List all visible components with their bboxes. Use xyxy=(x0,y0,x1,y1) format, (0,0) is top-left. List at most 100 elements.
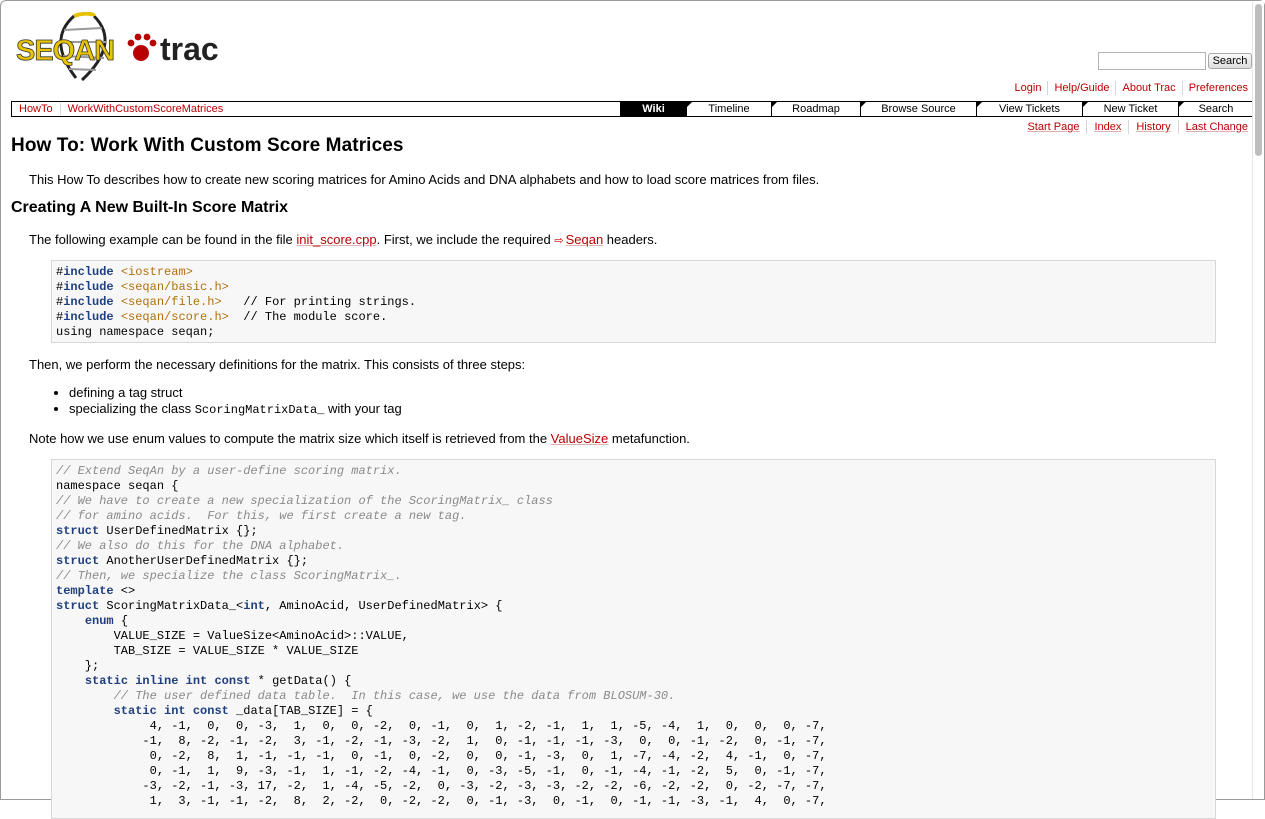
logo-seqan-text: SEQAN xyxy=(16,35,114,67)
code-line: namespace seqan { xyxy=(56,479,1211,494)
list-item-text: specializing the class xyxy=(69,401,195,416)
tab-view-tickets[interactable]: View Tickets xyxy=(976,102,1082,116)
code-token: 1, 3, -1, -1, -2, 8, 2, -2, 0, -2, -2, 0… xyxy=(56,794,827,808)
breadcrumb-workwithcustomscorematrices[interactable]: WorkWithCustomScoreMatrices xyxy=(61,103,231,115)
scrollbar-thumb[interactable] xyxy=(1255,4,1262,156)
code-block-matrix: // Extend SeqAn by a user-define scoring… xyxy=(51,459,1216,819)
start-page-link[interactable]: Start Page xyxy=(1020,120,1086,134)
code-token: include xyxy=(63,280,114,294)
seqan-external-link[interactable]: Seqan xyxy=(566,232,604,247)
code-token: <iostream> xyxy=(120,265,193,279)
code-token: <seqan/score.h> xyxy=(120,310,229,324)
paragraph-text: Note how we use enum values to compute t… xyxy=(29,431,551,446)
paragraph-enum: Note how we use enum values to compute t… xyxy=(11,430,690,447)
code-token: <seqan/file.h> xyxy=(120,295,222,309)
code-token: _data[TAB_SIZE] = { xyxy=(228,704,373,718)
search-button[interactable]: Search xyxy=(1208,53,1252,69)
code-token: <> xyxy=(113,584,136,598)
code-token: , AminoAcid, UserDefinedMatrix> { xyxy=(264,599,503,613)
init-score-link[interactable]: init_score.cpp xyxy=(296,232,376,247)
code-line: struct ScoringMatrixData_<int, AminoAcid… xyxy=(56,599,1211,614)
about-trac-link[interactable]: About Trac xyxy=(1115,81,1181,95)
code-line: #include <seqan/basic.h> xyxy=(56,280,1211,295)
code-line: using namespace seqan; xyxy=(56,325,1211,340)
context-nav: Start Page Index History Last Change xyxy=(1020,120,1248,134)
help-guide-link[interactable]: Help/Guide xyxy=(1047,81,1115,95)
search-input[interactable] xyxy=(1098,52,1206,70)
tab-roadmap[interactable]: Roadmap xyxy=(771,102,860,116)
preferences-link[interactable]: Preferences xyxy=(1181,81,1248,95)
main-navbar: HowTo WorkWithCustomScoreMatrices Wiki T… xyxy=(11,101,1254,117)
history-link[interactable]: History xyxy=(1128,120,1177,134)
code-token: include xyxy=(63,310,114,324)
code-line: #include <seqan/file.h> // For printing … xyxy=(56,295,1211,310)
paragraph-example: The following example can be found in th… xyxy=(11,231,657,250)
code-token: ScoringMatrixData_< xyxy=(99,599,244,613)
tab-wiki[interactable]: Wiki xyxy=(620,102,686,116)
code-line: // The user defined data table. In this … xyxy=(56,689,1211,704)
external-link-icon: ⇨ xyxy=(554,235,564,247)
code-token: struct xyxy=(56,524,100,538)
code-token: struct xyxy=(56,599,100,613)
code-block-includes: #include <iostream> #include <seqan/basic… xyxy=(51,260,1216,343)
code-token: AnotherUserDefinedMatrix {}; xyxy=(99,554,309,568)
code-token: include xyxy=(63,265,114,279)
tab-timeline[interactable]: Timeline xyxy=(686,102,771,116)
code-token: 0, -1, 1, 9, -3, -1, 1, -1, -2, -4, -1, … xyxy=(56,764,827,778)
code-line: // for amino acids. For this, we first c… xyxy=(56,509,1211,524)
code-line: template <> xyxy=(56,584,1211,599)
steps-list: defining a tag struct specializing the c… xyxy=(11,385,402,418)
valuesize-link[interactable]: ValueSize xyxy=(551,431,609,446)
tab-search[interactable]: Search xyxy=(1178,102,1253,116)
tab-new-ticket[interactable]: New Ticket xyxy=(1082,102,1178,116)
list-item: defining a tag struct xyxy=(69,385,402,401)
code-token: VALUE_SIZE = ValueSize<AminoAcid>::VALUE… xyxy=(56,629,409,643)
code-token: template xyxy=(56,584,114,598)
code-token: // for amino acids. For this, we first c… xyxy=(56,509,467,523)
tab-browse-source[interactable]: Browse Source xyxy=(860,102,976,116)
code-line: enum { xyxy=(56,614,1211,629)
code-token: static xyxy=(113,704,157,718)
code-token: <seqan/basic.h> xyxy=(120,280,229,294)
code-line: 0, -1, 1, 9, -3, -1, 1, -1, -2, -4, -1, … xyxy=(56,764,1211,779)
code-line: #include <iostream> xyxy=(56,265,1211,280)
code-token: -3, -2, -1, -3, 17, -2, 1, -4, -5, -2, 0… xyxy=(56,779,827,793)
code-line: }; xyxy=(56,659,1211,674)
code-token: enum xyxy=(84,614,114,628)
code-token: // The user defined data table. In this … xyxy=(113,689,676,703)
code-token: // The module score. xyxy=(228,310,388,324)
logo-trac-text: trac xyxy=(160,31,219,67)
code-token: include xyxy=(63,295,114,309)
code-token: // Then, we specialize the class Scoring… xyxy=(56,569,402,583)
last-change-link[interactable]: Last Change xyxy=(1177,120,1248,134)
login-link[interactable]: Login xyxy=(1009,81,1048,95)
vertical-scrollbar[interactable] xyxy=(1252,1,1264,799)
code-token: TAB_SIZE = VALUE_SIZE * VALUE_SIZE xyxy=(56,644,359,658)
code-token: const xyxy=(192,704,229,718)
seqan-trac-logo[interactable]: SEQAN trac xyxy=(16,11,231,82)
breadcrumb-howto[interactable]: HowTo xyxy=(12,103,61,115)
paragraph-text: . First, we include the required xyxy=(376,232,555,247)
meta-nav: Login Help/Guide About Trac Preferences xyxy=(1009,81,1248,95)
code-token: int xyxy=(243,599,265,613)
code-line: static inline int const * getData() { xyxy=(56,674,1211,689)
code-token: // We have to create a new specializatio… xyxy=(56,494,553,508)
list-item: specializing the class ScoringMatrixData… xyxy=(69,401,402,418)
code-token: namespace seqan { xyxy=(56,479,179,493)
code-line: struct AnotherUserDefinedMatrix {}; xyxy=(56,554,1211,569)
index-link[interactable]: Index xyxy=(1086,120,1128,134)
code-token: 0, -2, 8, 1, -1, -1, -1, 0, -1, 0, -2, 0… xyxy=(56,749,827,763)
code-token: using namespace seqan; xyxy=(56,325,215,339)
code-token: int xyxy=(164,704,186,718)
code-token: 4, -1, 0, 0, -3, 1, 0, 0, -2, 0, -1, 0, … xyxy=(56,719,827,733)
code-line: static int const _data[TAB_SIZE] = { xyxy=(56,704,1211,719)
section-heading: Creating A New Built-In Score Matrix xyxy=(11,199,289,216)
